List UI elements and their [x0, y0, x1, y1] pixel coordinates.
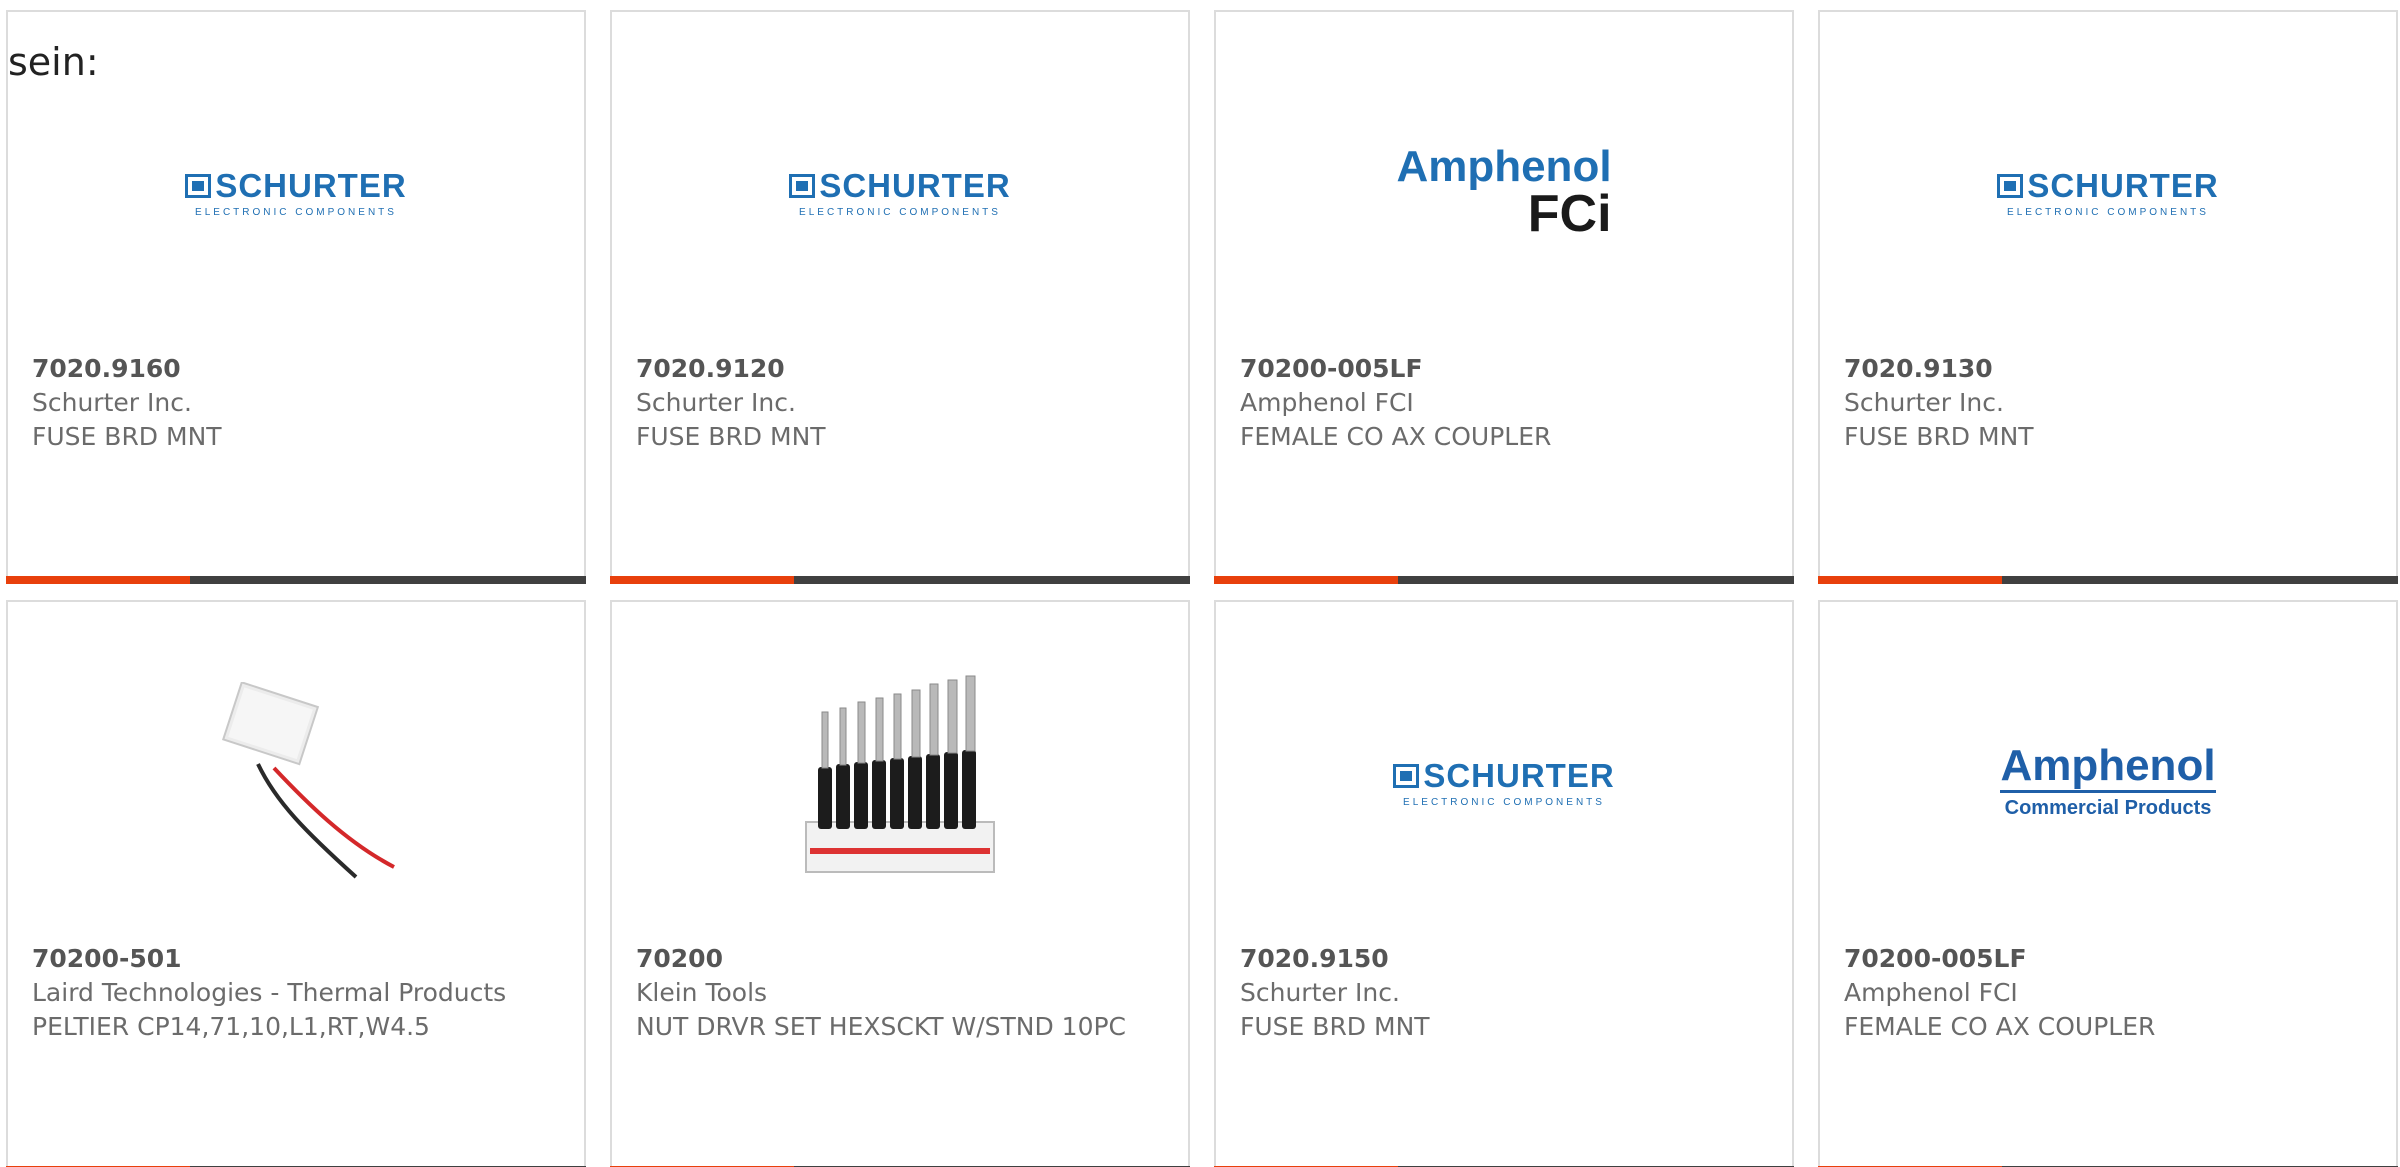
amphenol-fci-logo: Amphenol FCi: [1396, 142, 1612, 243]
description: NUT DRVR SET HEXSCKT W/STND 10PC: [636, 1012, 1127, 1041]
product-image[interactable]: Amphenol FCi: [1216, 102, 1792, 282]
schurter-logo: SCHURTER ELECTRONIC COMPONENTS: [1393, 757, 1614, 808]
manufacturer: Amphenol FCI: [1240, 388, 1414, 417]
product-grid: SCHURTER ELECTRONIC COMPONENTS 7020.9160…: [0, 0, 2400, 1167]
card-footer-bar: [1818, 576, 2398, 584]
manufacturer: Amphenol FCI: [1844, 978, 2018, 1007]
product-image[interactable]: Amphenol Commercial Products: [1820, 692, 2396, 872]
product-info: 70200 Klein Tools NUT DRVR SET HEXSCKT W…: [636, 942, 1164, 1044]
product-card[interactable]: SCHURTER ELECTRONIC COMPONENTS 7020.9150…: [1214, 600, 1794, 1167]
product-info: 7020.9130 Schurter Inc. FUSE BRD MNT: [1844, 352, 2372, 454]
description: PELTIER CP14,71,10,L1,RT,W4.5: [32, 1012, 430, 1041]
amphenol-commercial-logo: Amphenol Commercial Products: [2000, 741, 2216, 819]
description: FEMALE CO AX COUPLER: [1240, 422, 1552, 451]
manufacturer: Schurter Inc.: [1240, 978, 1400, 1007]
product-info: 7020.9150 Schurter Inc. FUSE BRD MNT: [1240, 942, 1768, 1044]
part-number[interactable]: 70200-005LF: [1240, 352, 1768, 386]
card-footer-bar: [610, 576, 1190, 584]
manufacturer: Laird Technologies - Thermal Products: [32, 978, 507, 1007]
manufacturer: Schurter Inc.: [636, 388, 796, 417]
manufacturer: Klein Tools: [636, 978, 768, 1007]
product-info: 70200-005LF Amphenol FCI FEMALE CO AX CO…: [1240, 352, 1768, 454]
card-accent-bar: [610, 576, 794, 584]
product-info: 70200-005LF Amphenol FCI FEMALE CO AX CO…: [1844, 942, 2372, 1044]
manufacturer: Schurter Inc.: [1844, 388, 2004, 417]
description: FUSE BRD MNT: [32, 422, 222, 451]
product-image[interactable]: SCHURTER ELECTRONIC COMPONENTS: [612, 102, 1188, 282]
product-card[interactable]: 70200-501 Laird Technologies - Thermal P…: [6, 600, 586, 1167]
part-number[interactable]: 70200-005LF: [1844, 942, 2372, 976]
part-number[interactable]: 7020.9130: [1844, 352, 2372, 386]
schurter-mark-icon: [1997, 173, 2024, 198]
description: FUSE BRD MNT: [1240, 1012, 1430, 1041]
manufacturer: Schurter Inc.: [32, 388, 192, 417]
product-info: 70200-501 Laird Technologies - Thermal P…: [32, 942, 560, 1044]
product-card[interactable]: Amphenol Commercial Products 70200-005LF…: [1818, 600, 2398, 1167]
product-card[interactable]: SCHURTER ELECTRONIC COMPONENTS 7020.9120…: [610, 10, 1190, 584]
schurter-logo: SCHURTER ELECTRONIC COMPONENTS: [789, 167, 1010, 218]
product-image[interactable]: [8, 682, 584, 879]
product-card[interactable]: 70200 Klein Tools NUT DRVR SET HEXSCKT W…: [610, 600, 1190, 1167]
card-footer-bar: [1214, 576, 1794, 584]
card-accent-bar: [1818, 576, 2002, 584]
schurter-logo: SCHURTER ELECTRONIC COMPONENTS: [185, 167, 406, 218]
schurter-mark-icon: [789, 173, 816, 198]
product-image[interactable]: [612, 675, 1188, 873]
product-card[interactable]: SCHURTER ELECTRONIC COMPONENTS 7020.9160…: [6, 10, 586, 584]
product-info: 7020.9160 Schurter Inc. FUSE BRD MNT: [32, 352, 560, 454]
part-number[interactable]: 7020.9150: [1240, 942, 1768, 976]
product-card[interactable]: Amphenol FCi 70200-005LF Amphenol FCI FE…: [1214, 10, 1794, 584]
peltier-module-image: [221, 682, 395, 879]
card-footer-bar: [6, 576, 586, 584]
part-number[interactable]: 7020.9160: [32, 352, 560, 386]
description: FUSE BRD MNT: [636, 422, 826, 451]
card-accent-bar: [6, 576, 190, 584]
product-image[interactable]: SCHURTER ELECTRONIC COMPONENTS: [1216, 692, 1792, 872]
schurter-mark-icon: [185, 173, 212, 198]
part-number[interactable]: 7020.9120: [636, 352, 1164, 386]
header-label: sein:: [8, 40, 99, 84]
product-info: 7020.9120 Schurter Inc. FUSE BRD MNT: [636, 352, 1164, 454]
product-image[interactable]: SCHURTER ELECTRONIC COMPONENTS: [8, 102, 584, 282]
description: FUSE BRD MNT: [1844, 422, 2034, 451]
part-number[interactable]: 70200: [636, 942, 1164, 976]
schurter-logo: SCHURTER ELECTRONIC COMPONENTS: [1997, 167, 2218, 218]
product-image[interactable]: SCHURTER ELECTRONIC COMPONENTS: [1820, 102, 2396, 282]
schurter-mark-icon: [1393, 763, 1420, 788]
description: FEMALE CO AX COUPLER: [1844, 1012, 2156, 1041]
nut-driver-set-image: [805, 675, 995, 873]
part-number[interactable]: 70200-501: [32, 942, 560, 976]
card-accent-bar: [1214, 576, 1398, 584]
product-card[interactable]: SCHURTER ELECTRONIC COMPONENTS 7020.9130…: [1818, 10, 2398, 584]
